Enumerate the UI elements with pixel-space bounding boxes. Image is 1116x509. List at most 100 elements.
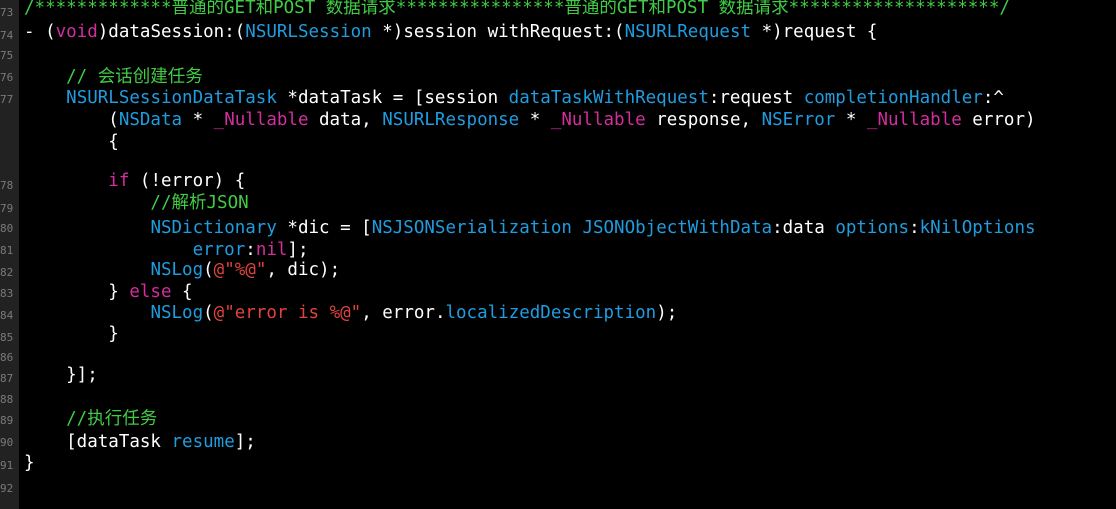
code-token: if <box>108 171 130 191</box>
code-line: } else { <box>24 281 193 303</box>
code-token: { <box>24 132 119 152</box>
code-token: ( <box>203 303 214 323</box>
code-line: NSDictionary *dic = [NSJSONSerialization… <box>24 217 1036 239</box>
line-number: 89 <box>0 414 14 427</box>
code-token: kNilOptions <box>919 218 1036 238</box>
code-token: dataTaskWithRequest <box>508 88 709 108</box>
code-line: } <box>24 452 35 474</box>
line-number-gutter: 73 74 75 76 77 78 79 80 81 82 83 84 85 86 87 88 89 90 91 92 <box>0 0 19 509</box>
code-token: void <box>55 22 98 42</box>
code-token: _Nullable <box>866 110 962 130</box>
code-token: ]; <box>287 240 309 260</box>
code-token: *dic = [ <box>276 218 372 238</box>
code-token: *dataTask = [session <box>276 88 509 108</box>
code-line: { <box>24 131 119 153</box>
code-token: else <box>129 282 172 302</box>
line-number: 83 <box>0 287 14 300</box>
code-token: NSURLRequest <box>624 22 752 42</box>
code-token: , dic); <box>266 260 341 280</box>
code-token: @"error is %@" <box>213 303 362 323</box>
code-token: nil <box>255 240 288 260</box>
line-number: 80 <box>0 222 14 235</box>
code-line: /*************普通的GET和POST 数据请求**********… <box>24 0 1010 19</box>
code-token: ( <box>203 260 214 280</box>
code-token: NSLog <box>150 260 204 280</box>
line-number: 78 <box>0 179 14 192</box>
code-token: *)request { <box>751 22 878 42</box>
line-number: 76 <box>0 71 14 84</box>
code-token: :data <box>772 218 836 238</box>
code-token: data, <box>308 110 383 130</box>
code-line: (NSData * _Nullable data, NSURLResponse … <box>24 109 1036 131</box>
line-number: 92 <box>0 482 14 495</box>
line-number: 84 <box>0 309 14 322</box>
code-line: NSLog(@"%@", dic); <box>24 259 340 281</box>
code-token: , error. <box>361 303 446 323</box>
code-line: //解析JSON <box>24 192 249 214</box>
code-token: NSURLResponse <box>382 110 520 130</box>
code-token: )dataSession:( <box>97 22 246 42</box>
code-token: - ( <box>24 22 56 42</box>
code-token: NSURLSession <box>245 22 372 42</box>
code-token: @"%@" <box>213 260 267 280</box>
code-token: : <box>909 218 920 238</box>
code-token: * <box>519 110 551 130</box>
line-number: 74 <box>0 29 14 42</box>
line-number: 90 <box>0 436 14 449</box>
code-token: :request <box>708 88 804 108</box>
code-token: ]; <box>234 432 256 452</box>
code-token: /*************普通的GET和POST 数据请求**********… <box>24 0 1010 18</box>
code-token: _Nullable <box>550 110 646 130</box>
code-line: NSLog(@"error is %@", error.localizedDes… <box>24 302 677 324</box>
code-token: : <box>245 240 256 260</box>
line-number: 77 <box>0 93 14 106</box>
code-line: - (void)dataSession:(NSURLSession *)sess… <box>24 21 877 43</box>
code-token: }]; <box>24 365 98 385</box>
line-number: 81 <box>0 244 14 257</box>
code-token: { <box>171 282 193 302</box>
code-token: } <box>24 324 119 344</box>
code-line: }]; <box>24 364 98 386</box>
code-line: if (!error) { <box>24 170 245 192</box>
code-line: NSURLSessionDataTask *dataTask = [sessio… <box>24 87 1004 109</box>
code-token: [dataTask <box>24 432 172 452</box>
code-token: // 会话创建任务 <box>24 67 203 87</box>
code-token: //执行任务 <box>24 409 158 429</box>
code-token: //解析JSON <box>24 193 249 213</box>
code-token: error <box>192 240 246 260</box>
code-line: error:nil]; <box>24 239 309 261</box>
code-token: * <box>182 110 214 130</box>
code-line: // 会话创建任务 <box>24 66 203 88</box>
code-token: JSONObjectWithData <box>582 218 773 238</box>
line-number: 82 <box>0 266 14 279</box>
code-token: :^ <box>982 88 1004 108</box>
code-token: localizedDescription <box>445 303 657 323</box>
code-token: completionHandler <box>803 88 983 108</box>
line-number: 86 <box>0 351 14 364</box>
code-token: NSURLSessionDataTask <box>66 88 277 108</box>
line-number: 85 <box>0 331 14 344</box>
code-token: options <box>835 218 910 238</box>
line-number: 87 <box>0 372 14 385</box>
code-line: [dataTask resume]; <box>24 431 256 453</box>
code-token: error) <box>961 110 1036 130</box>
code-token: } <box>24 282 130 302</box>
line-number: 73 <box>0 6 14 19</box>
code-token: } <box>24 453 35 473</box>
code-token: resume <box>171 432 235 452</box>
code-token: * <box>835 110 867 130</box>
code-token: NSData <box>118 110 183 130</box>
code-token: *)session withRequest:( <box>371 22 625 42</box>
code-token: NSDictionary <box>150 218 277 238</box>
line-number: 91 <box>0 459 14 472</box>
code-token: NSLog <box>150 303 204 323</box>
line-number: 75 <box>0 49 14 62</box>
code-line: //执行任务 <box>24 408 157 430</box>
code-token: ( <box>24 110 119 130</box>
